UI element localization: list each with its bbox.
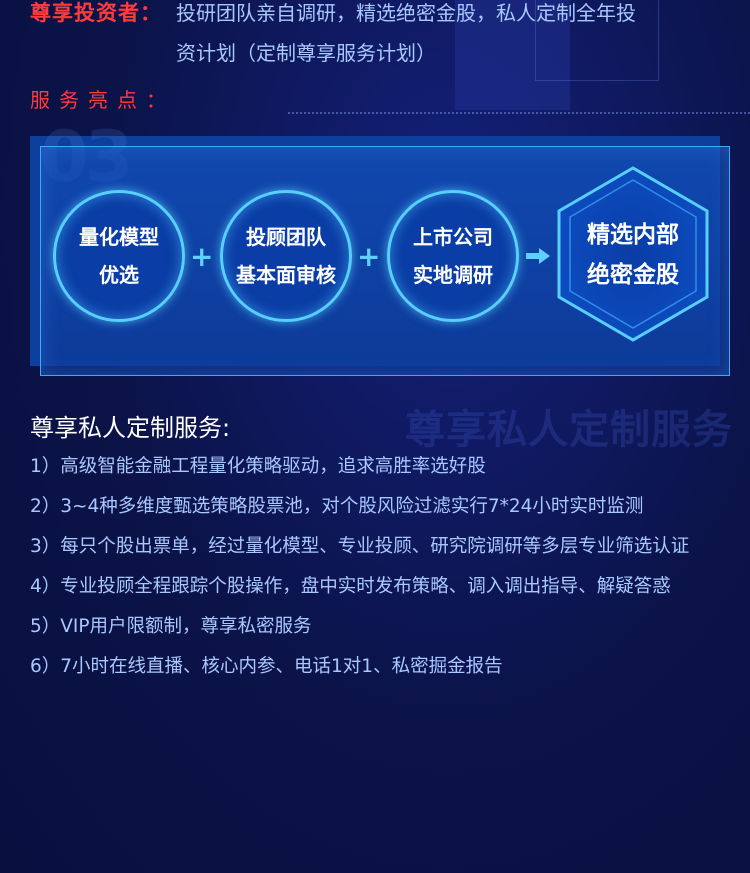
- list-item: 6）7小时在线直播、核心内参、电话1对1、私密掘金报告: [30, 656, 503, 677]
- intro-line-1: 投研团队亲自调研，精选绝密金股，私人定制全年投: [176, 1, 636, 25]
- step-line: 上市公司: [413, 225, 493, 249]
- intro-text: 投研团队亲自调研，精选绝密金股，私人定制全年投 资计划（定制尊享服务计划）: [176, 0, 736, 73]
- intro-line-2: 资计划（定制尊享服务计划）: [176, 41, 436, 65]
- result-label: 精选内部 绝密金股: [557, 215, 709, 295]
- dotted-divider: [288, 112, 750, 114]
- step-line: 投顾团队: [246, 225, 326, 249]
- highlights-title: 服务亮点：: [30, 88, 175, 112]
- step-advisor-review: 投顾团队 基本面审核: [220, 190, 352, 322]
- list-item: 4）专业投顾全程跟踪个股操作，盘中实时发布策略、调入调出指导、解疑答惑: [30, 576, 671, 597]
- services-list: 1）高级智能金融工程量化策略驱动，追求高胜率选好股 2）3~4种多维度甄选策略股…: [30, 452, 740, 692]
- list-item: 1）高级智能金融工程量化策略驱动，追求高胜率选好股: [30, 456, 486, 477]
- list-item: 2）3~4种多维度甄选策略股票池，对个股风险过滤实行7*24小时实时监测: [30, 496, 644, 517]
- services-title: 尊享私人定制服务:: [30, 414, 231, 442]
- step-onsite-research: 上市公司 实地调研: [387, 190, 519, 322]
- step-line: 优选: [99, 263, 139, 287]
- result-line: 精选内部: [587, 222, 679, 248]
- result-line: 绝密金股: [587, 262, 679, 288]
- step-line: 基本面审核: [236, 263, 336, 287]
- services-watermark: 尊享私人定制服务: [405, 407, 733, 453]
- step-quant-model: 量化模型 优选: [53, 190, 185, 322]
- step-line: 实地调研: [413, 263, 493, 287]
- intro-label: 尊享投资者：: [30, 1, 162, 25]
- plus-icon: +: [357, 240, 381, 273]
- plus-icon: +: [190, 240, 214, 273]
- list-item: 5）VIP用户限额制，尊享私密服务: [30, 616, 312, 637]
- arrow-right-icon: [526, 248, 550, 264]
- list-item: 3）每只个股出票单，经过量化模型、专业投顾、研究院调研等多层专业筛选认证: [30, 536, 690, 557]
- step-line: 量化模型: [79, 225, 159, 249]
